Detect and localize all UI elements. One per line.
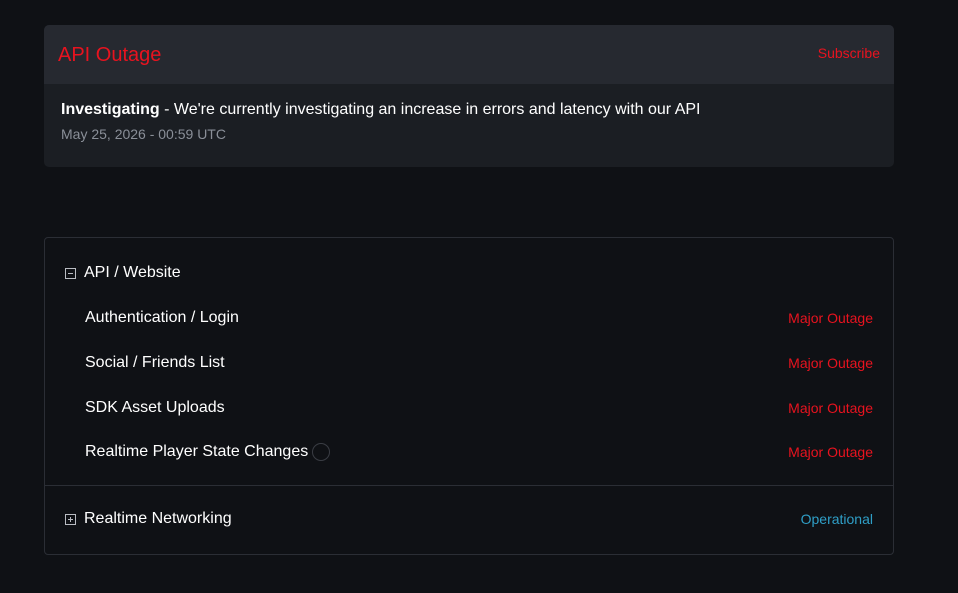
update-timestamp: May 25, 2026 - 00:59 UTC (61, 126, 226, 142)
update-line: Investigating - We're currently investig… (61, 101, 877, 119)
component-name: SDK Asset Uploads (85, 399, 225, 416)
incident-card: API Outage Subscribe Investigating - We'… (44, 25, 894, 167)
update-status: Investigating (61, 101, 160, 118)
group-api-website[interactable]: API / Website (65, 264, 181, 282)
minus-square-icon[interactable] (65, 267, 76, 279)
group-name: Realtime Networking (84, 510, 232, 527)
component-row: Social / Friends List Major Outage (85, 352, 873, 374)
incident-header: API Outage Subscribe (44, 25, 894, 84)
update-text: - We're currently investigating an incre… (159, 101, 701, 118)
subscribe-link[interactable]: Subscribe (818, 45, 880, 61)
component-name-wrapper: Realtime Player State Changes (85, 443, 331, 461)
group-toggle[interactable]: Realtime Networking (65, 510, 232, 528)
component-row: Authentication / Login Major Outage (85, 307, 873, 329)
component-status: Major Outage (788, 400, 873, 416)
incident-update: Investigating - We're currently investig… (44, 84, 894, 142)
plus-square-icon[interactable] (65, 513, 76, 525)
group-realtime-networking: Realtime Networking Operational (65, 510, 873, 528)
incident-title[interactable]: API Outage (58, 43, 161, 67)
component-name: Social / Friends List (85, 354, 225, 371)
component-name: Realtime Player State Changes (85, 443, 309, 460)
component-status: Operational (800, 511, 873, 527)
component-name: Authentication / Login (85, 309, 239, 326)
component-status: Major Outage (788, 310, 873, 326)
components-container: API / Website Authentication / Login Maj… (44, 237, 894, 555)
group-name: API / Website (84, 264, 181, 281)
component-row: SDK Asset Uploads Major Outage (85, 397, 873, 419)
component-status: Major Outage (788, 444, 873, 460)
help-circle-icon[interactable] (312, 443, 331, 461)
group-divider (45, 485, 893, 486)
component-row: Realtime Player State Changes Major Outa… (85, 441, 873, 463)
component-status: Major Outage (788, 355, 873, 371)
